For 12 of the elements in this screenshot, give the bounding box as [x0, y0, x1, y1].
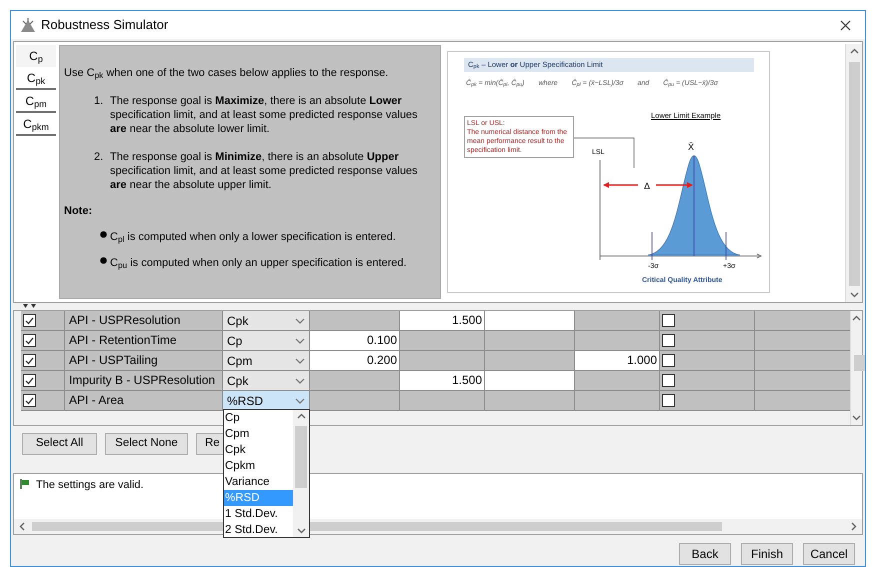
note-text: C$_{pl}$ is computed when only a lower specification is entered.	[110, 230, 396, 244]
case-text: The response goal is Maximize, there is an absolute Lower specification limit, and at least some predicted response values are near the absolute lower limit.	[110, 94, 419, 136]
note-label: Note:	[64, 204, 94, 218]
mean-label: X̄	[688, 141, 694, 154]
case-number: 2.	[94, 150, 104, 165]
window-title: Robustness Simulator	[41, 16, 168, 34]
case-text: The response goal is Minimize, there is an absolute Upper specification limit, and at least some predicted response values are near the absolute upper limit.	[110, 150, 419, 192]
intro-text: Use C$_{pk}$ when one of the two cases below applies to the response.	[64, 66, 390, 80]
note-text: C$_{pu}$ is computed when only an upper specification is entered.	[110, 256, 407, 270]
status-message: The settings are valid.	[36, 479, 144, 491]
case-number: 1.	[94, 94, 104, 109]
delta-label: Δ	[644, 180, 650, 193]
